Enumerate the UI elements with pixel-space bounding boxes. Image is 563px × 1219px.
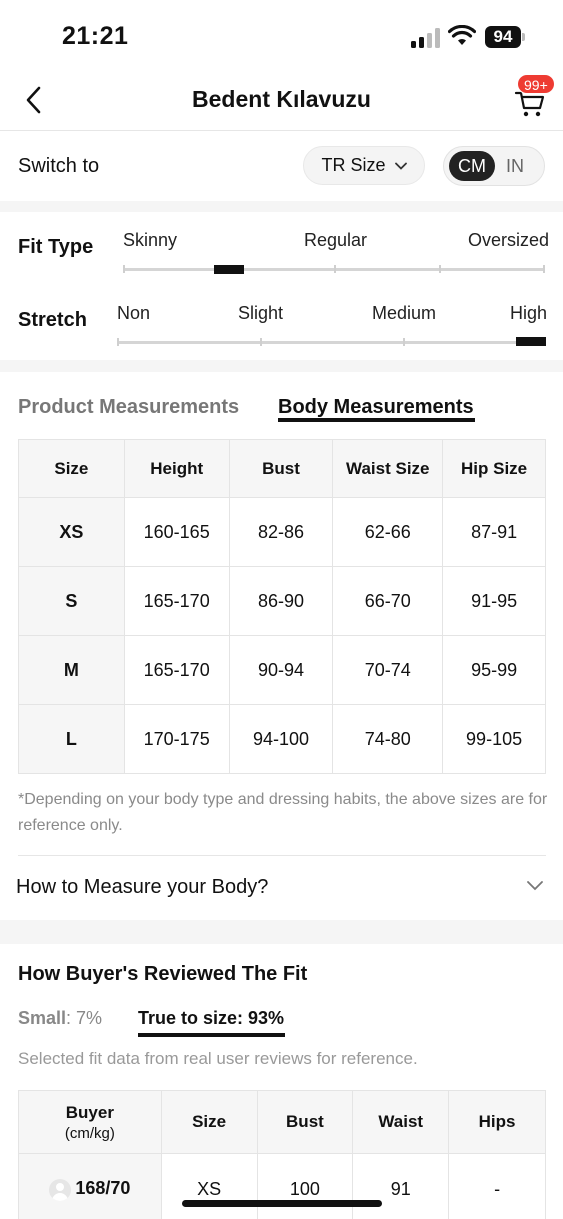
table-row: L 170-175 94-100 74-80 99-105 (18, 704, 546, 774)
table-cell: 95-99 (442, 635, 546, 705)
table-cell: 90-94 (228, 635, 334, 705)
wifi-icon (448, 25, 476, 45)
buyer-value: 168/70 (75, 1178, 131, 1199)
table-row: M 165-170 90-94 70-74 95-99 (18, 635, 546, 705)
reviews-title: How Buyer's Reviewed The Fit (18, 963, 308, 985)
battery-level: 94 (485, 26, 521, 48)
cart-badge: 99+ (517, 74, 555, 94)
section-separator (0, 201, 563, 212)
section-separator (0, 360, 563, 372)
table-cell: - (448, 1153, 546, 1219)
table-cell: 165-170 (123, 635, 230, 705)
table-cell: 62-66 (332, 497, 444, 567)
fit-type-label: Fit Type (18, 236, 94, 258)
small-stat[interactable]: Small: 7% (18, 1008, 102, 1029)
stretch-indicator (516, 337, 546, 346)
unit-in-button[interactable]: IN (500, 151, 530, 181)
fit-type-skinny: Skinny (123, 230, 178, 250)
table-row: S 165-170 86-90 66-70 91-95 (18, 566, 546, 636)
buyer-header: Buyer (65, 1102, 114, 1122)
table-cell: 91-95 (442, 566, 546, 636)
true-to-size-stat[interactable]: True to size: 93% (138, 1008, 284, 1029)
table-header-row: Size Height Bust Waist Size Hip Size (18, 439, 546, 498)
column-header: Bust (228, 439, 334, 498)
avatar-icon (49, 1178, 72, 1201)
column-header: Waist (352, 1090, 450, 1154)
stretch-high: High (510, 303, 548, 323)
review-note: Selected fit data from real user reviews… (18, 1049, 418, 1068)
table-cell: 66-70 (332, 566, 444, 636)
battery-icon: 94 (485, 26, 525, 48)
table-cell: 100 (256, 1153, 354, 1219)
fit-type-regular: Regular (304, 230, 368, 250)
unit-cm-button[interactable]: CM (449, 151, 495, 181)
table-row: XS 160-165 82-86 62-66 87-91 (18, 497, 546, 567)
table-cell: 160-165 (123, 497, 230, 567)
column-header: Bust (256, 1090, 354, 1154)
size-disclaimer: *Depending on your body type and dressin… (18, 791, 548, 834)
column-header: Hips (448, 1090, 546, 1154)
how-to-measure-label: How to Measure your Body? (16, 876, 269, 898)
unit-switch-row: Switch to TR Size CM IN (0, 131, 563, 201)
fit-section: Fit Type Skinny Regular Oversized Stretc… (0, 212, 563, 360)
table-cell: 91 (352, 1153, 450, 1219)
how-to-measure-row[interactable]: How to Measure your Body? (0, 856, 563, 920)
table-cell: 165-170 (123, 566, 230, 636)
size-cell: S (18, 566, 125, 636)
size-cell: L (18, 704, 125, 774)
navigation-header: Bedent Kılavuzu 99+ (0, 70, 563, 131)
stretch-label: Stretch (18, 309, 87, 331)
signal-icon (411, 28, 441, 48)
small-value: : 7% (66, 1008, 103, 1028)
status-time: 21:21 (62, 22, 129, 50)
size-table: Size Height Bust Waist Size Hip Size XS … (18, 439, 546, 774)
page-title: Bedent Kılavuzu (192, 86, 371, 112)
switch-label: Switch to (18, 155, 100, 177)
table-cell: 87-91 (442, 497, 546, 567)
tab-body-measurements[interactable]: Body Measurements (278, 396, 474, 419)
fit-type-indicator (214, 265, 244, 274)
stretch-medium: Medium (372, 303, 437, 323)
chevron-down-icon (394, 162, 407, 170)
buyer-unit: (cm/kg) (64, 1124, 115, 1142)
status-bar: 21:21 94 (0, 0, 563, 70)
unit-toggle: CM IN (443, 146, 545, 186)
chevron-down-icon (527, 881, 543, 891)
stretch-slight: Slight (238, 303, 284, 323)
column-header: Size (160, 1090, 258, 1154)
stretch-non: Non (117, 303, 151, 323)
column-header: Size (18, 439, 125, 498)
column-header: Hip Size (442, 439, 546, 498)
small-label: Small (18, 1008, 67, 1028)
fit-type-oversized: Oversized (468, 230, 550, 250)
table-cell: 82-86 (228, 497, 334, 567)
active-stat-underline (138, 1033, 285, 1037)
home-indicator (182, 1200, 382, 1207)
tab-product-measurements[interactable]: Product Measurements (18, 396, 239, 419)
table-cell: 74-80 (332, 704, 444, 774)
table-cell: 70-74 (332, 635, 444, 705)
table-cell: 99-105 (442, 704, 546, 774)
table-row: 168/70 XS 100 91 - (18, 1153, 546, 1219)
stretch-track (117, 341, 545, 344)
table-cell: 94-100 (228, 704, 334, 774)
table-header-row: Buyer (cm/kg) Size Bust Waist Hips (18, 1090, 546, 1154)
table-cell: XS (160, 1153, 258, 1219)
size-cell: M (18, 635, 125, 705)
section-separator (0, 920, 563, 944)
active-tab-underline (278, 418, 475, 422)
column-header: Buyer (cm/kg) (18, 1090, 162, 1154)
column-header: Waist Size (332, 439, 444, 498)
buyer-cell: 168/70 (18, 1153, 162, 1219)
column-header: Height (123, 439, 230, 498)
size-cell: XS (18, 497, 125, 567)
table-cell: 170-175 (123, 704, 230, 774)
measurement-tabs: Product Measurements Body Measurements (0, 372, 563, 432)
table-cell: 86-90 (228, 566, 334, 636)
size-system-value: TR Size (321, 155, 386, 175)
size-system-select[interactable]: TR Size (303, 146, 425, 185)
